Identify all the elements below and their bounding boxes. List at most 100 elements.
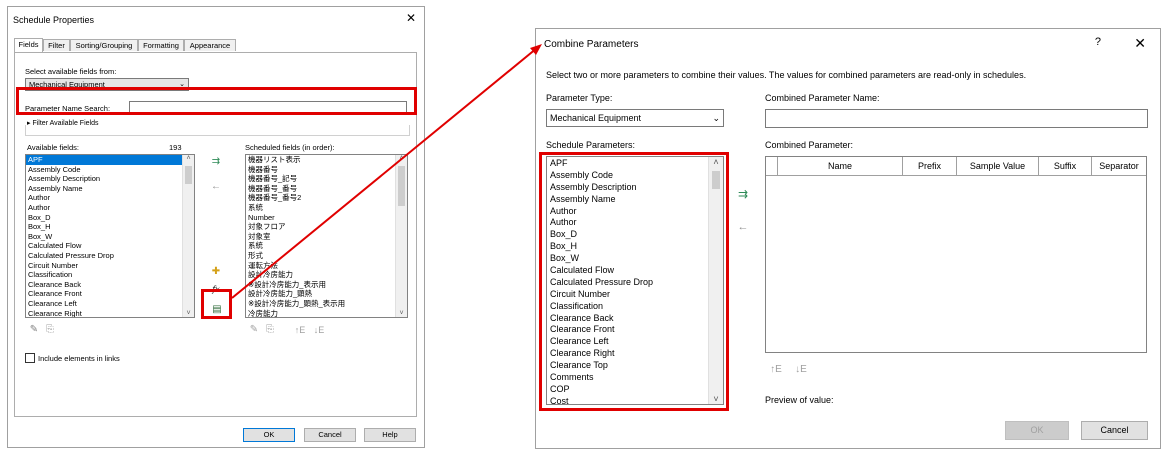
combined-name-input[interactable] [765, 109, 1148, 128]
list-item[interactable]: Clearance Left [547, 336, 723, 348]
move-up-icon[interactable]: ↑E [293, 324, 307, 336]
select-fields-dropdown[interactable]: Mechanical Equipment ⌄ [25, 78, 189, 91]
tab-filter[interactable]: Filter [43, 39, 70, 51]
list-item[interactable]: Clearance Front [547, 324, 723, 336]
list-item[interactable]: Assembly Name [26, 184, 194, 194]
close-icon[interactable]: ✕ [1134, 35, 1146, 52]
list-item[interactable]: 設計冷房能力_顕熱 [246, 289, 407, 299]
scroll-up-icon[interactable]: ˄ [396, 155, 407, 162]
list-item[interactable]: Assembly Description [26, 174, 194, 184]
list-item[interactable]: 機器番号_番号2 [246, 193, 407, 203]
available-fields-list[interactable]: APF Assembly Code Assembly Description Asse… [25, 154, 195, 318]
list-item[interactable]: Calculated Flow [547, 265, 723, 277]
list-item[interactable]: COP [547, 384, 723, 396]
add-to-combined-icon[interactable]: ⇉ [736, 188, 750, 200]
remove-field-icon[interactable]: ← [209, 181, 223, 193]
list-item[interactable]: Assembly Description [547, 182, 723, 194]
list-item[interactable]: 機器番号_番号 [246, 184, 407, 194]
scroll-up-icon[interactable]: ˄ [183, 155, 194, 162]
delete-param-icon[interactable]: ⎘ [43, 324, 57, 336]
list-item[interactable]: ※設計冷房能力_表示用 [246, 280, 407, 290]
delete-param-icon[interactable]: ⎘ [263, 324, 277, 336]
scroll-down-icon[interactable]: ˅ [709, 394, 723, 404]
list-item[interactable]: Clearance Left [26, 299, 194, 309]
list-item[interactable]: Box_H [26, 222, 194, 232]
scroll-down-icon[interactable]: ˅ [183, 310, 194, 317]
calculated-value-icon[interactable]: fx [209, 284, 223, 296]
list-item[interactable]: Assembly Code [26, 165, 194, 175]
list-item[interactable]: Clearance Front [26, 289, 194, 299]
move-up-icon[interactable]: ↑E [767, 364, 785, 376]
list-item[interactable]: Classification [547, 301, 723, 313]
include-links-checkbox[interactable] [25, 353, 35, 363]
list-item[interactable]: Box_D [26, 213, 194, 223]
ok-button[interactable]: OK [243, 428, 295, 442]
list-item[interactable]: Box_H [547, 241, 723, 253]
list-item[interactable]: Box_D [547, 229, 723, 241]
list-item[interactable]: Calculated Pressure Drop [26, 251, 194, 261]
combine-parameters-icon[interactable]: ▤ [210, 304, 224, 316]
help-button[interactable]: Help [364, 428, 416, 442]
list-item[interactable]: Circuit Number [547, 289, 723, 301]
move-down-icon[interactable]: ↓E [312, 324, 326, 336]
list-item[interactable]: 系統 [246, 203, 407, 213]
edit-pencil-icon[interactable]: ✎ [27, 324, 41, 336]
list-item[interactable]: 機器番号_記号 [246, 174, 407, 184]
schedule-params-scrollbar[interactable]: ˄ ˅ [708, 157, 723, 404]
col-prefix[interactable]: Prefix [903, 157, 957, 176]
scroll-thumb[interactable] [712, 171, 720, 189]
list-item[interactable]: 設計冷房能力 [246, 270, 407, 280]
list-item[interactable]: APF [547, 158, 723, 170]
list-item[interactable]: Assembly Code [547, 170, 723, 182]
remove-from-combined-icon[interactable]: ← [736, 221, 750, 233]
list-item[interactable]: 対象フロア [246, 222, 407, 232]
tab-appearance[interactable]: Appearance [184, 39, 236, 51]
col-suffix[interactable]: Suffix [1039, 157, 1092, 176]
list-item[interactable]: Circuit Number [26, 261, 194, 271]
combined-param-grid[interactable]: Name Prefix Sample Value Suffix Separato… [765, 156, 1147, 353]
help-icon[interactable]: ? [1095, 36, 1101, 48]
scheduled-scrollbar[interactable]: ˄ ˅ [395, 155, 407, 317]
col-sample-value[interactable]: Sample Value [957, 157, 1039, 176]
list-item[interactable]: 機器リスト表示 [246, 155, 407, 165]
schedule-params-list[interactable]: APF Assembly Code Assembly Description Asse… [546, 156, 724, 405]
scroll-thumb[interactable] [398, 166, 405, 206]
list-item[interactable]: Box_W [26, 232, 194, 242]
list-item[interactable]: 運転方法 [246, 261, 407, 271]
scroll-down-icon[interactable]: ˅ [396, 310, 407, 317]
tab-formatting[interactable]: Formatting [138, 39, 184, 51]
list-item[interactable]: Clearance Top [547, 360, 723, 372]
list-item[interactable]: Author [26, 203, 194, 213]
available-scrollbar[interactable]: ˄ ˅ [182, 155, 194, 317]
param-type-dropdown[interactable]: Mechanical Equipment ⌄ [546, 109, 724, 127]
param-search-input[interactable] [129, 101, 407, 114]
scheduled-fields-list[interactable]: 機器リスト表示 機器番号 機器番号_記号 機器番号_番号 機器番号_番号2 系統 Numbe… [245, 154, 408, 318]
edit-pencil-icon[interactable]: ✎ [247, 324, 261, 336]
list-item[interactable]: Clearance Back [26, 280, 194, 290]
list-item[interactable]: 形式 [246, 251, 407, 261]
scroll-thumb[interactable] [185, 166, 192, 184]
list-item[interactable]: Assembly Name [547, 194, 723, 206]
list-item[interactable]: Box_W [547, 253, 723, 265]
list-item[interactable]: 機器番号 [246, 165, 407, 175]
col-separator[interactable]: Separator [1092, 157, 1146, 176]
list-item[interactable]: Classification [26, 270, 194, 280]
col-name[interactable]: Name [778, 157, 903, 176]
scroll-up-icon[interactable]: ˄ [709, 157, 723, 167]
close-icon[interactable]: ✕ [404, 11, 418, 25]
list-item[interactable]: APF [26, 155, 194, 165]
ok-button[interactable]: OK [1005, 421, 1069, 440]
include-links-row[interactable]: Include elements in links [25, 353, 120, 363]
list-item[interactable]: Calculated Pressure Drop [547, 277, 723, 289]
list-item[interactable]: Comments [547, 372, 723, 384]
list-item[interactable]: Clearance Back [547, 313, 723, 325]
list-item[interactable]: Clearance Right [547, 348, 723, 360]
list-item[interactable]: 対象室 [246, 232, 407, 242]
cancel-button[interactable]: Cancel [304, 428, 356, 442]
list-item[interactable]: ※設計冷房能力_顕熱_表示用 [246, 299, 407, 309]
list-item[interactable]: Author [547, 206, 723, 218]
add-field-icon[interactable]: ⇉ [209, 156, 223, 168]
list-item[interactable]: Calculated Flow [26, 241, 194, 251]
tab-fields[interactable]: Fields [14, 38, 43, 52]
cancel-button[interactable]: Cancel [1081, 421, 1148, 440]
